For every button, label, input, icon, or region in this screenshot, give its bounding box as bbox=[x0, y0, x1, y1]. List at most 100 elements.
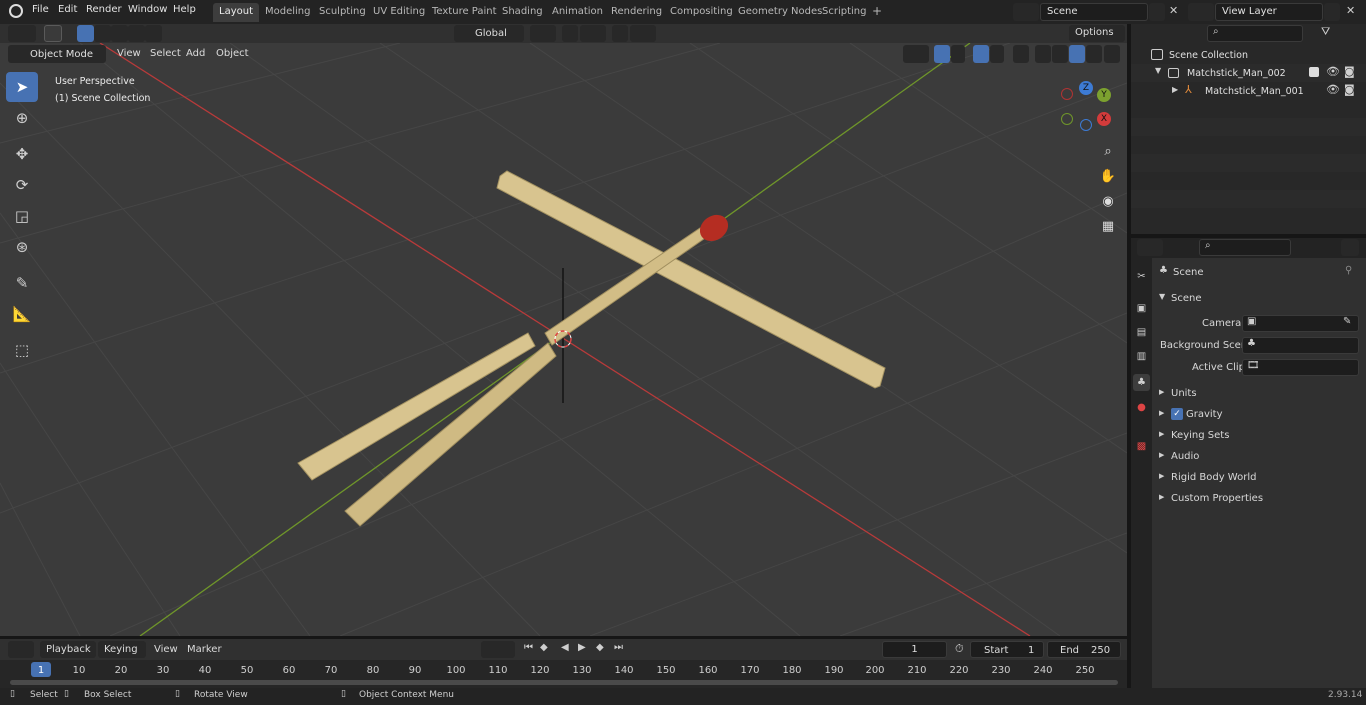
gizmo-x-icon[interactable]: X bbox=[1097, 112, 1111, 126]
timeline-ruler[interactable]: 1 10 20 30 40 50 60 70 80 90 100 110 120… bbox=[0, 660, 1127, 688]
overlay-dropdown-icon[interactable] bbox=[990, 45, 1004, 63]
output-tab-icon[interactable]: ▤ bbox=[1133, 324, 1150, 341]
outliner-row-matchstick-man-002[interactable]: ▼ Matchstick_Man_002 👁 ◙ bbox=[1131, 64, 1366, 82]
xray-toggle-icon[interactable] bbox=[1013, 45, 1029, 63]
gravity-checkbox[interactable]: ✓ bbox=[1171, 408, 1183, 420]
gravity-panel[interactable]: ▶ ✓ Gravity bbox=[1153, 404, 1366, 425]
shading-rendered-icon[interactable] bbox=[1086, 45, 1102, 63]
timeline-editor-type-button[interactable] bbox=[8, 641, 34, 658]
tab-texture-paint[interactable]: Texture Paint bbox=[426, 3, 503, 22]
custom-properties-panel[interactable]: ▶ Custom Properties bbox=[1153, 488, 1366, 509]
gizmo-neg-z-icon[interactable] bbox=[1080, 119, 1092, 131]
visibility-icon[interactable] bbox=[903, 45, 929, 63]
menu-add[interactable]: Add bbox=[186, 48, 205, 59]
playback-menu[interactable]: Playback bbox=[40, 641, 96, 658]
scene-tab-icon[interactable]: ♣ bbox=[1133, 374, 1150, 391]
pin-icon[interactable]: ⚲ bbox=[1345, 265, 1352, 276]
new-view-layer-icon[interactable] bbox=[1324, 3, 1340, 21]
marker-menu[interactable]: Marker bbox=[187, 644, 222, 655]
select-mode-new-icon[interactable] bbox=[77, 25, 94, 42]
outliner-row-matchstick-man-001[interactable]: ▶ ⅄ Matchstick_Man_001 👁 ◙ bbox=[1131, 82, 1366, 100]
filter-icon[interactable]: ⛛ bbox=[1321, 25, 1330, 39]
camera-field[interactable] bbox=[1242, 315, 1359, 332]
pan-hand-icon[interactable]: ✋ bbox=[1097, 165, 1119, 187]
select-mode-invert-icon[interactable] bbox=[128, 25, 145, 42]
timeline-scrollbar[interactable] bbox=[10, 680, 1118, 685]
outliner-row-scene-collection[interactable]: Scene Collection bbox=[1131, 46, 1366, 64]
tab-uv-editing[interactable]: UV Editing bbox=[367, 3, 431, 22]
move-tool-icon[interactable]: ✥ bbox=[6, 139, 38, 169]
3d-viewport[interactable]: User Perspective (1) Scene Collection Z … bbox=[0, 43, 1127, 636]
properties-search-input[interactable] bbox=[1199, 239, 1291, 256]
tab-layout[interactable]: Layout bbox=[213, 3, 259, 22]
shading-dropdown-icon[interactable] bbox=[1104, 45, 1120, 63]
properties-editor-type-button[interactable] bbox=[1137, 239, 1163, 256]
proportional-edit-icon[interactable] bbox=[612, 25, 628, 42]
visibility-eye-icon[interactable]: 👁 bbox=[1326, 83, 1340, 96]
menu-edit[interactable]: Edit bbox=[58, 4, 77, 15]
scene-panel-header[interactable]: ▼ Scene bbox=[1153, 288, 1366, 309]
options-dropdown[interactable]: Options bbox=[1069, 25, 1125, 42]
play-icon[interactable]: ▶ bbox=[578, 642, 586, 653]
snap-element-icon[interactable] bbox=[580, 25, 606, 42]
current-frame-field[interactable]: 1 bbox=[882, 641, 947, 658]
matchstick-man-model[interactable] bbox=[297, 170, 886, 527]
render-tab-icon[interactable]: ▣ bbox=[1133, 300, 1150, 317]
record-icon[interactable] bbox=[481, 641, 515, 658]
exclude-checkbox[interactable] bbox=[1309, 67, 1319, 77]
scene-field[interactable]: Scene bbox=[1040, 3, 1148, 21]
shading-material-icon[interactable] bbox=[1069, 45, 1085, 63]
shading-solid-icon[interactable] bbox=[1052, 45, 1068, 63]
menu-object[interactable]: Object bbox=[216, 48, 249, 59]
units-panel[interactable]: ▶ Units bbox=[1153, 383, 1366, 404]
cursor-tool-icon[interactable]: ⊕ bbox=[6, 103, 38, 133]
gizmo-dropdown-icon[interactable] bbox=[951, 45, 965, 63]
select-mode-extend-icon[interactable] bbox=[94, 25, 111, 42]
select-mode-intersect-icon[interactable] bbox=[145, 25, 162, 42]
select-tool-icon[interactable] bbox=[44, 25, 62, 42]
background-scene-field[interactable] bbox=[1242, 337, 1359, 354]
close-scene-icon[interactable]: ✕ bbox=[1169, 4, 1178, 17]
next-keyframe-icon[interactable]: ◆ bbox=[596, 642, 604, 653]
overlay-toggle-icon[interactable] bbox=[973, 45, 989, 63]
editor-type-button[interactable] bbox=[8, 25, 36, 42]
rotate-tool-icon[interactable]: ⟳ bbox=[6, 170, 38, 200]
rigid-body-world-panel[interactable]: ▶ Rigid Body World bbox=[1153, 467, 1366, 488]
new-scene-icon[interactable] bbox=[1149, 3, 1165, 21]
blender-logo-icon[interactable] bbox=[9, 4, 23, 18]
scene-type-icon[interactable] bbox=[1013, 3, 1039, 21]
zoom-icon[interactable]: ⌕ bbox=[1097, 140, 1119, 162]
select-box-tool-icon[interactable]: ➤ bbox=[6, 72, 38, 102]
perspective-grid-icon[interactable]: ▦ bbox=[1097, 215, 1119, 237]
outliner-search-input[interactable] bbox=[1207, 25, 1303, 42]
prev-keyframe-icon[interactable]: ◆ bbox=[540, 642, 548, 653]
view-layer-type-icon[interactable] bbox=[1188, 3, 1214, 21]
audio-panel[interactable]: ▶ Audio bbox=[1153, 446, 1366, 467]
shading-wireframe-icon[interactable] bbox=[1035, 45, 1051, 63]
tool-tab-icon[interactable]: ✂ bbox=[1133, 268, 1150, 285]
pivot-point-icon[interactable] bbox=[530, 25, 556, 42]
gizmo-neg-y-icon[interactable] bbox=[1061, 113, 1073, 125]
view-layer-field[interactable]: View Layer bbox=[1215, 3, 1323, 21]
close-view-layer-icon[interactable]: ✕ bbox=[1346, 4, 1355, 17]
add-workspace-button[interactable]: + bbox=[866, 3, 888, 22]
texture-tab-icon[interactable]: ▩ bbox=[1133, 438, 1150, 455]
scale-tool-icon[interactable]: ◲ bbox=[6, 201, 38, 231]
menu-window[interactable]: Window bbox=[128, 4, 167, 15]
new-collection-icon[interactable] bbox=[1347, 25, 1363, 42]
menu-render[interactable]: Render bbox=[86, 4, 122, 15]
tab-compositing[interactable]: Compositing bbox=[664, 3, 739, 22]
render-camera-icon[interactable]: ◙ bbox=[1344, 65, 1355, 78]
gizmo-y-icon[interactable]: Y bbox=[1097, 88, 1111, 102]
outliner-display-mode-button[interactable] bbox=[1169, 25, 1195, 42]
select-mode-subtract-icon[interactable] bbox=[111, 25, 128, 42]
tab-animation[interactable]: Animation bbox=[546, 3, 609, 22]
keying-sets-panel[interactable]: ▶ Keying Sets bbox=[1153, 425, 1366, 446]
menu-help[interactable]: Help bbox=[173, 4, 196, 15]
gizmo-neg-x-icon[interactable] bbox=[1061, 88, 1073, 100]
eyedropper-icon[interactable]: ✎ bbox=[1343, 316, 1351, 327]
jump-start-icon[interactable]: ⏮ bbox=[524, 642, 533, 653]
add-cube-tool-icon[interactable]: ⬚ bbox=[6, 335, 38, 365]
visibility-eye-icon[interactable]: 👁 bbox=[1326, 65, 1340, 78]
world-tab-icon[interactable]: ● bbox=[1133, 399, 1150, 416]
